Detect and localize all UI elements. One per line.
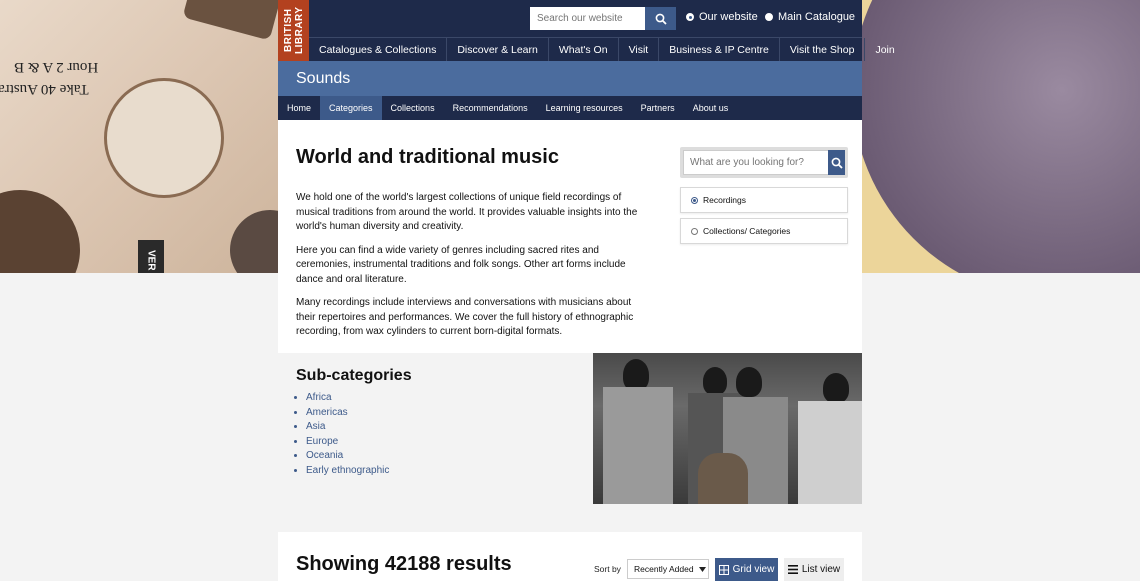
sub-category-link[interactable]: Oceania xyxy=(306,449,389,464)
photo-figure xyxy=(798,401,862,504)
main-nav: Catalogues & Collections Discover & Lear… xyxy=(309,37,895,61)
radio-icon xyxy=(765,13,773,21)
sub-category-link[interactable]: Asia xyxy=(306,420,389,435)
sub-nav-categories[interactable]: Categories xyxy=(320,96,382,120)
scope-label: Our website xyxy=(699,11,758,23)
intro-paragraph: Many recordings include interviews and c… xyxy=(296,297,634,337)
photo-figure xyxy=(703,367,727,395)
photo-figure xyxy=(823,373,849,403)
drum xyxy=(698,453,748,504)
tape-reel xyxy=(104,78,224,198)
record-disc xyxy=(0,190,80,273)
main-nav-join[interactable]: Join xyxy=(864,38,904,61)
sub-nav: Home Categories Collections Recommendati… xyxy=(278,96,862,120)
intro-section: World and traditional music We hold one … xyxy=(278,120,862,353)
aside-search-panel: Recordings Collections/ Categories xyxy=(680,147,848,244)
results-toolbar: Showing 42188 results Sort by Recently A… xyxy=(278,504,862,581)
logo-text: BRITISH LIBRARY xyxy=(282,6,305,55)
scope-option-main-catalogue[interactable]: Main Catalogue xyxy=(765,11,855,23)
option-label: Collections/ Categories xyxy=(703,226,791,236)
list-view-label: List view xyxy=(801,564,841,575)
aside-search xyxy=(680,147,848,178)
intro-paragraph: We hold one of the world's largest colle… xyxy=(296,192,638,232)
search-icon xyxy=(831,157,843,169)
banner-label: Hour 2 A & B xyxy=(14,59,99,75)
main-nav-catalogues[interactable]: Catalogues & Collections xyxy=(309,38,446,61)
musicians-photo xyxy=(593,353,862,504)
sub-category-link[interactable]: Americas xyxy=(306,406,389,421)
section-title[interactable]: Sounds xyxy=(278,61,862,96)
aside-search-input[interactable] xyxy=(683,150,828,175)
main-nav-shop[interactable]: Visit the Shop xyxy=(778,38,865,61)
sub-nav-collections[interactable]: Collections xyxy=(382,96,444,120)
scope-option-our-website[interactable]: Our website xyxy=(686,11,758,23)
banner-left-image: Hour 2 A & B Take 40 Austra VER xyxy=(0,0,278,273)
aside-search-button[interactable] xyxy=(828,150,845,175)
radio-icon xyxy=(691,227,698,235)
sort-select[interactable]: Recently Added xyxy=(627,559,709,579)
grid-view-label: Grid view xyxy=(732,564,775,575)
main-nav-discover[interactable]: Discover & Learn xyxy=(446,38,548,61)
banner-label: Take 40 Austra xyxy=(0,81,89,97)
record-disc xyxy=(182,0,278,41)
british-library-logo[interactable]: BRITISH LIBRARY xyxy=(278,0,309,61)
sub-categories-list: Africa Americas Asia Europe Oceania Earl… xyxy=(306,391,389,478)
results-count-title: Showing 42188 results xyxy=(296,553,512,575)
sub-nav-home[interactable]: Home xyxy=(278,96,320,120)
option-collections-categories[interactable]: Collections/ Categories xyxy=(680,218,848,244)
sub-nav-about[interactable]: About us xyxy=(684,96,738,120)
sub-nav-recommendations[interactable]: Recommendations xyxy=(444,96,537,120)
scope-label: Main Catalogue xyxy=(778,11,856,23)
record-disc xyxy=(230,210,278,273)
sub-categories-title: Sub-categories xyxy=(296,367,412,384)
sub-category-link[interactable]: Africa xyxy=(306,391,389,406)
search-icon xyxy=(655,13,667,25)
grid-icon xyxy=(718,564,729,575)
radio-selected-icon xyxy=(686,13,694,21)
caret-down-icon xyxy=(698,566,706,572)
sort-label: Sort by xyxy=(594,564,621,574)
sub-category-link[interactable]: Early ethnographic xyxy=(306,464,389,479)
intro-paragraph: Here you can find a wide variety of genr… xyxy=(296,244,626,285)
site-search-input[interactable] xyxy=(530,7,645,30)
photo-figure xyxy=(736,367,762,397)
banner-sticker: VER xyxy=(138,240,164,273)
sub-nav-partners[interactable]: Partners xyxy=(632,96,684,120)
option-label: Recordings xyxy=(703,195,746,205)
main-nav-business[interactable]: Business & IP Centre xyxy=(658,38,779,61)
sub-categories-section: Sub-categories Africa Americas Asia Euro… xyxy=(278,353,862,504)
photo-figure xyxy=(603,387,673,504)
main-nav-whats-on[interactable]: What's On xyxy=(547,38,618,61)
main-nav-visit[interactable]: Visit xyxy=(617,38,659,61)
sub-nav-learning[interactable]: Learning resources xyxy=(537,96,632,120)
grid-view-button[interactable]: Grid view xyxy=(715,558,778,581)
top-header: BRITISH LIBRARY Our website Main Catalog… xyxy=(278,0,895,96)
page-column: BRITISH LIBRARY Our website Main Catalog… xyxy=(278,0,895,581)
option-recordings[interactable]: Recordings xyxy=(680,187,848,213)
list-icon xyxy=(787,565,798,574)
sub-category-link[interactable]: Europe xyxy=(306,435,389,450)
sort-value: Recently Added xyxy=(634,564,694,574)
list-view-button[interactable]: List view xyxy=(784,558,844,581)
site-search-button[interactable] xyxy=(645,7,676,30)
site-search xyxy=(530,7,676,30)
radio-selected-icon xyxy=(691,196,698,204)
